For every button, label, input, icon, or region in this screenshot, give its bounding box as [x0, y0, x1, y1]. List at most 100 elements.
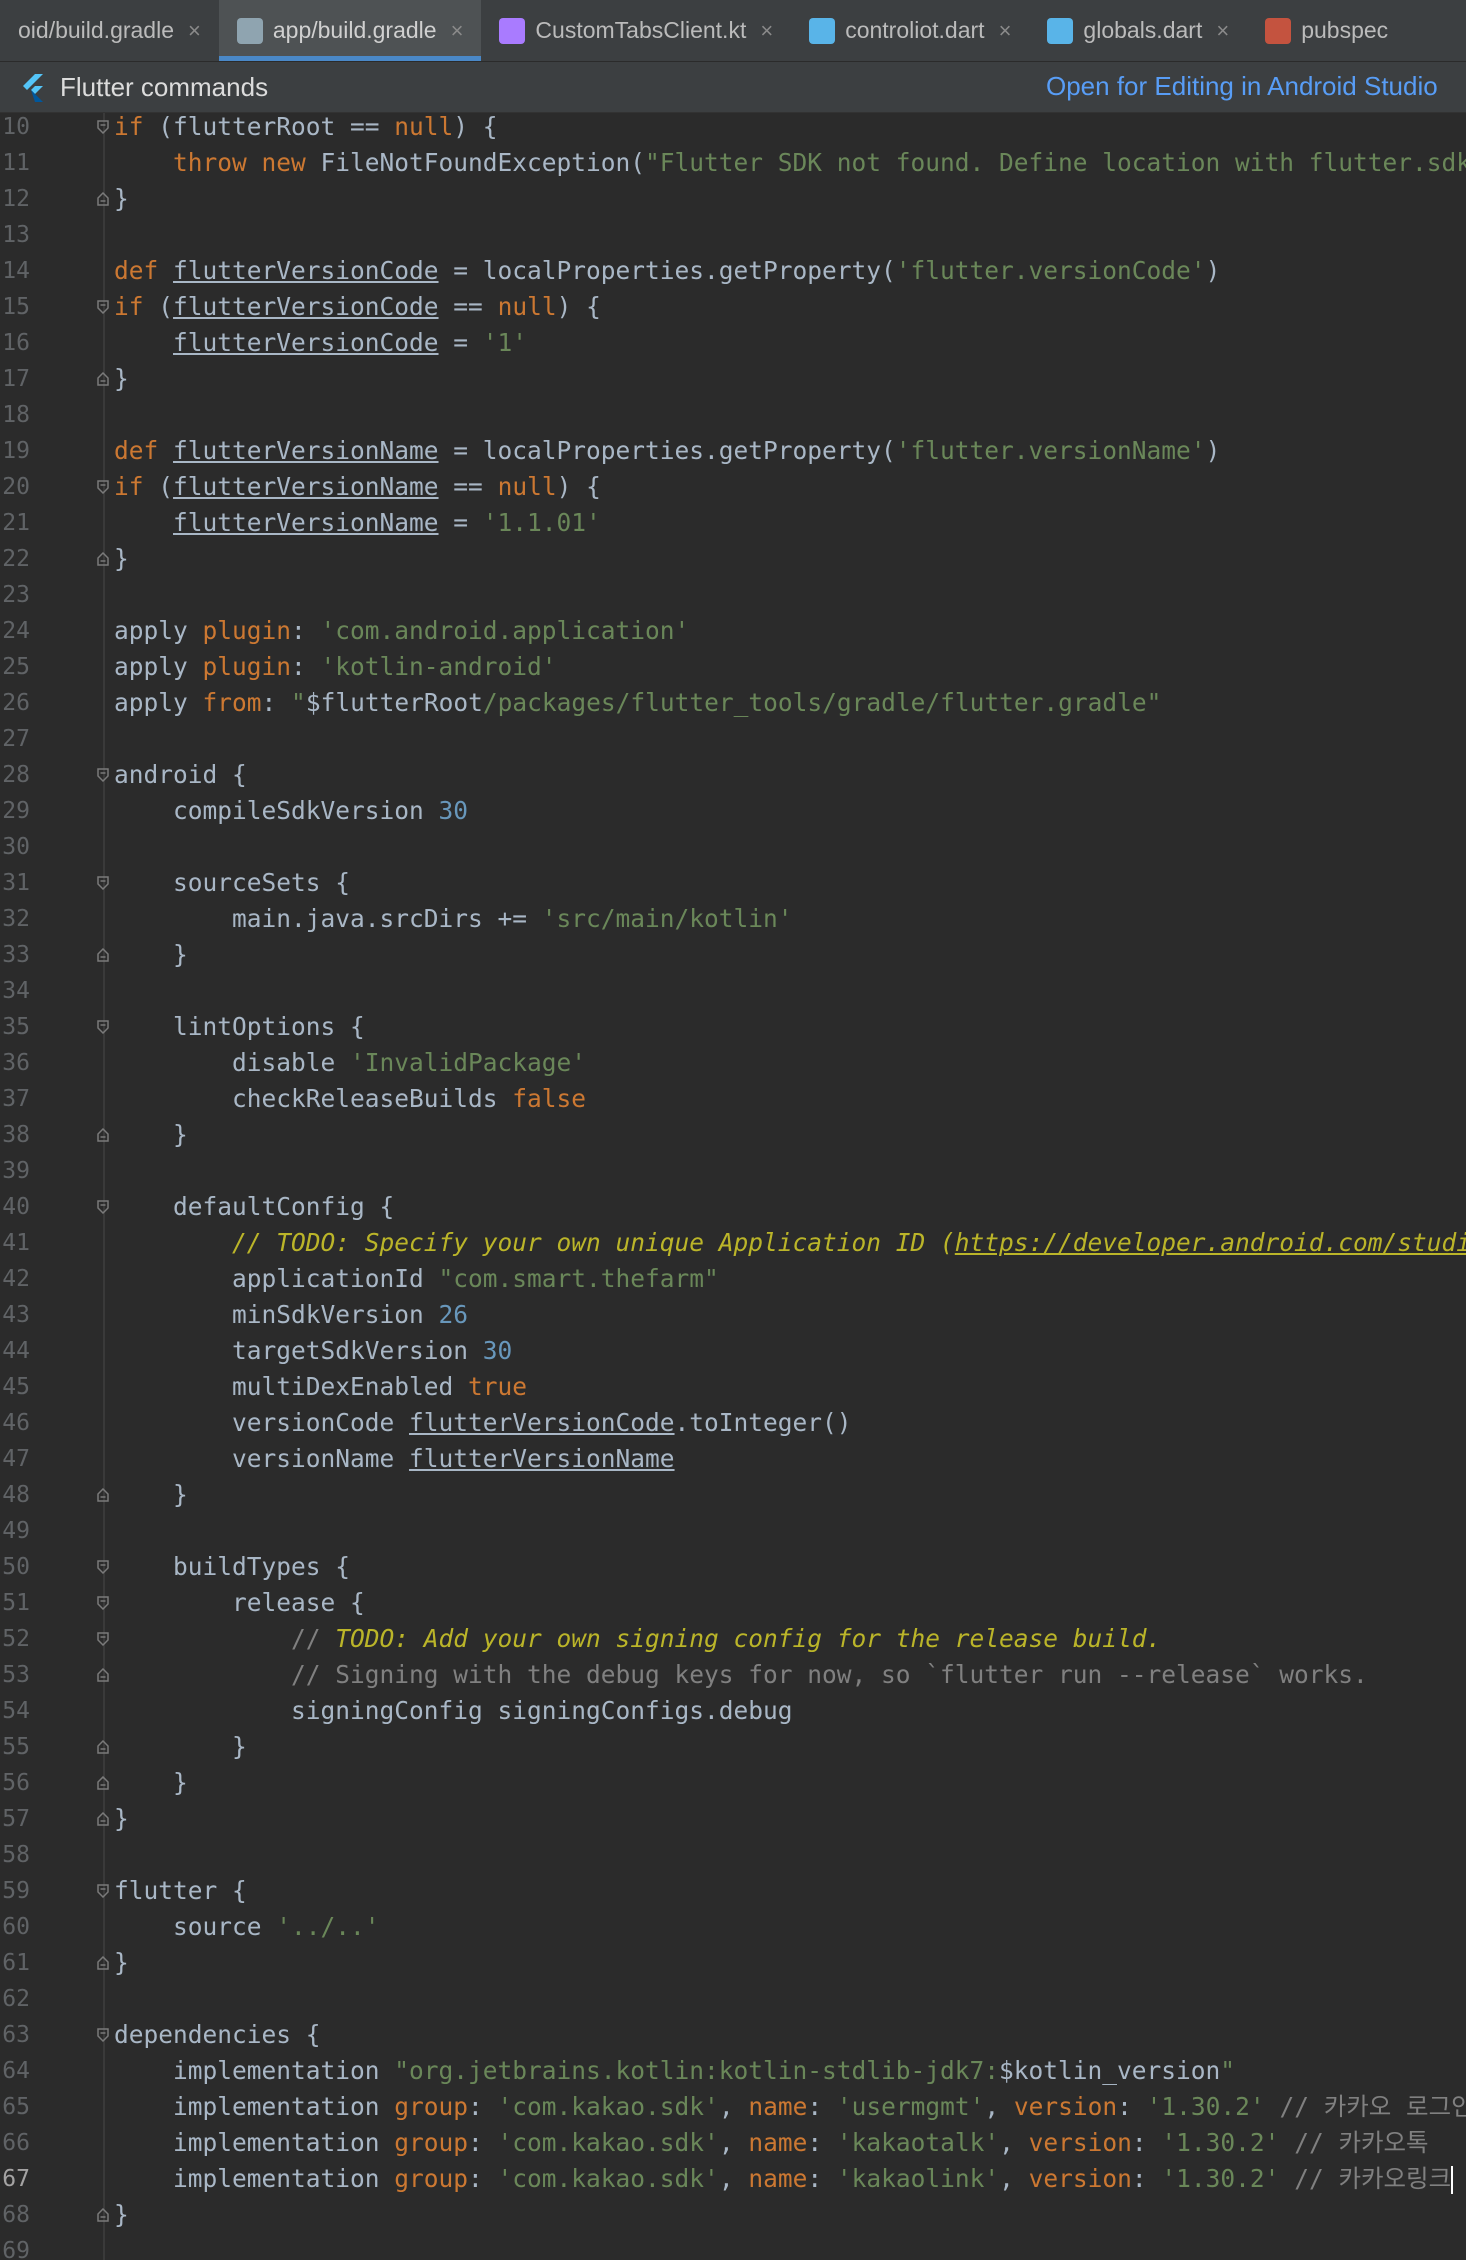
code-line[interactable]: 54 signingConfig signingConfigs.debug: [0, 1693, 1466, 1729]
code-line[interactable]: 19 def flutterVersionName = localProperti…: [0, 433, 1466, 469]
fold-open-icon[interactable]: [96, 1560, 110, 1574]
code-line[interactable]: 49: [0, 1513, 1466, 1549]
fold-open-icon[interactable]: [96, 2028, 110, 2042]
code-text: def flutterVersionCode = localProperties…: [114, 253, 1220, 289]
code-line[interactable]: 52 // TODO: Add your own signing config …: [0, 1621, 1466, 1657]
tab-pubspec[interactable]: pubspec: [1247, 0, 1406, 61]
code-line[interactable]: 68}: [0, 2197, 1466, 2233]
code-line[interactable]: 58: [0, 1837, 1466, 1873]
fold-open-icon[interactable]: [96, 480, 110, 494]
code-line[interactable]: 15 if (flutterVersionCode == null) {: [0, 289, 1466, 325]
code-line[interactable]: 28 android {: [0, 757, 1466, 793]
code-line[interactable]: 36 disable 'InvalidPackage': [0, 1045, 1466, 1081]
fold-close-icon[interactable]: [96, 1776, 110, 1790]
code-line[interactable]: 26 apply from: "$flutterRoot/packages/flu…: [0, 685, 1466, 721]
code-line[interactable]: 46 versionCode flutterVersionCode.toInte…: [0, 1405, 1466, 1441]
code-line[interactable]: 62: [0, 1981, 1466, 2017]
code-line[interactable]: 59 flutter {: [0, 1873, 1466, 1909]
code-line[interactable]: 24 apply plugin: 'com.android.application…: [0, 613, 1466, 649]
code-line[interactable]: 69: [0, 2233, 1466, 2260]
tab-close-icon[interactable]: ×: [999, 18, 1012, 44]
fold-open-icon[interactable]: [96, 1632, 110, 1646]
code-line[interactable]: 39: [0, 1153, 1466, 1189]
code-line[interactable]: 27: [0, 721, 1466, 757]
fold-close-icon[interactable]: [96, 1488, 110, 1502]
fold-open-icon[interactable]: [96, 1596, 110, 1610]
code-line[interactable]: 29 compileSdkVersion 30: [0, 793, 1466, 829]
code-line[interactable]: 55 }: [0, 1729, 1466, 1765]
code-line[interactable]: 41 // TODO: Specify your own unique Appl…: [0, 1225, 1466, 1261]
code-text: }: [114, 181, 129, 217]
code-line[interactable]: 61}: [0, 1945, 1466, 1981]
fold-open-icon[interactable]: [96, 300, 110, 314]
code-line[interactable]: 16 flutterVersionCode = '1': [0, 325, 1466, 361]
tab-customtabsclient-kt[interactable]: CustomTabsClient.kt ×: [481, 0, 791, 61]
code-line[interactable]: 32 main.java.srcDirs += 'src/main/kotlin…: [0, 901, 1466, 937]
code-line[interactable]: 57}: [0, 1801, 1466, 1837]
code-line[interactable]: 66 implementation group: 'com.kakao.sdk'…: [0, 2125, 1466, 2161]
code-line[interactable]: 43 minSdkVersion 26: [0, 1297, 1466, 1333]
fold-close-icon[interactable]: [96, 372, 110, 386]
tab-controliot-dart[interactable]: controliot.dart ×: [791, 0, 1029, 61]
fold-open-icon[interactable]: [96, 1020, 110, 1034]
code-editor[interactable]: 10 if (flutterRoot == null) {11 throw new…: [0, 113, 1466, 2260]
code-line[interactable]: 56 }: [0, 1765, 1466, 1801]
code-line[interactable]: 67 implementation group: 'com.kakao.sdk'…: [0, 2161, 1466, 2197]
code-line[interactable]: 20 if (flutterVersionName == null) {: [0, 469, 1466, 505]
code-line[interactable]: 45 multiDexEnabled true: [0, 1369, 1466, 1405]
code-line[interactable]: 44 targetSdkVersion 30: [0, 1333, 1466, 1369]
code-line[interactable]: 31 sourceSets {: [0, 865, 1466, 901]
tab-globals-dart[interactable]: globals.dart ×: [1029, 0, 1247, 61]
code-line[interactable]: 50 buildTypes {: [0, 1549, 1466, 1585]
code-line[interactable]: 33 }: [0, 937, 1466, 973]
fold-open-icon[interactable]: [96, 1200, 110, 1214]
fold-close-icon[interactable]: [96, 1740, 110, 1754]
fold-close-icon[interactable]: [96, 1668, 110, 1682]
code-line[interactable]: 22}: [0, 541, 1466, 577]
code-line[interactable]: 63 dependencies {: [0, 2017, 1466, 2053]
code-line[interactable]: 38 }: [0, 1117, 1466, 1153]
fold-close-icon[interactable]: [96, 552, 110, 566]
open-in-android-studio-link[interactable]: Open for Editing in Android Studio: [1046, 71, 1438, 102]
code-line[interactable]: 60 source '../..': [0, 1909, 1466, 1945]
code-line[interactable]: 30: [0, 829, 1466, 865]
fold-close-icon[interactable]: [96, 1128, 110, 1142]
code-line[interactable]: 10 if (flutterRoot == null) {: [0, 113, 1466, 145]
code-line[interactable]: 51 release {: [0, 1585, 1466, 1621]
code-line[interactable]: 47 versionName flutterVersionName: [0, 1441, 1466, 1477]
code-line[interactable]: 65 implementation group: 'com.kakao.sdk'…: [0, 2089, 1466, 2125]
code-line[interactable]: 21 flutterVersionName = '1.1.01': [0, 505, 1466, 541]
tab-oid-build-gradle[interactable]: oid/build.gradle ×: [0, 0, 219, 61]
code-line[interactable]: 18: [0, 397, 1466, 433]
fold-open-icon[interactable]: [96, 768, 110, 782]
code-line[interactable]: 34: [0, 973, 1466, 1009]
fold-open-icon[interactable]: [96, 876, 110, 890]
tab-close-icon[interactable]: ×: [188, 18, 201, 44]
code-line[interactable]: 64 implementation "org.jetbrains.kotlin:…: [0, 2053, 1466, 2089]
fold-close-icon[interactable]: [96, 1812, 110, 1826]
fold-open-icon[interactable]: [96, 120, 110, 134]
code-line[interactable]: 17}: [0, 361, 1466, 397]
tab-close-icon[interactable]: ×: [1216, 18, 1229, 44]
fold-open-icon[interactable]: [96, 1884, 110, 1898]
code-line[interactable]: 42 applicationId "com.smart.thefarm": [0, 1261, 1466, 1297]
fold-close-icon[interactable]: [96, 1956, 110, 1970]
code-line[interactable]: 11 throw new FileNotFoundException("Flut…: [0, 145, 1466, 181]
code-line[interactable]: 13: [0, 217, 1466, 253]
tab-close-icon[interactable]: ×: [451, 18, 464, 44]
code-line[interactable]: 40 defaultConfig {: [0, 1189, 1466, 1225]
code-line[interactable]: 53 // Signing with the debug keys for no…: [0, 1657, 1466, 1693]
code-line[interactable]: 35 lintOptions {: [0, 1009, 1466, 1045]
fold-close-icon[interactable]: [96, 192, 110, 206]
tab-close-icon[interactable]: ×: [760, 18, 773, 44]
code-line[interactable]: 48 }: [0, 1477, 1466, 1513]
code-line[interactable]: 37 checkReleaseBuilds false: [0, 1081, 1466, 1117]
code-line[interactable]: 12}: [0, 181, 1466, 217]
code-line[interactable]: 14 def flutterVersionCode = localProperti…: [0, 253, 1466, 289]
fold-close-icon[interactable]: [96, 2208, 110, 2222]
code-line[interactable]: 25 apply plugin: 'kotlin-android': [0, 649, 1466, 685]
code-line[interactable]: 23: [0, 577, 1466, 613]
fold-close-icon[interactable]: [96, 948, 110, 962]
tab-app-build-gradle[interactable]: app/build.gradle ×: [218, 0, 482, 61]
